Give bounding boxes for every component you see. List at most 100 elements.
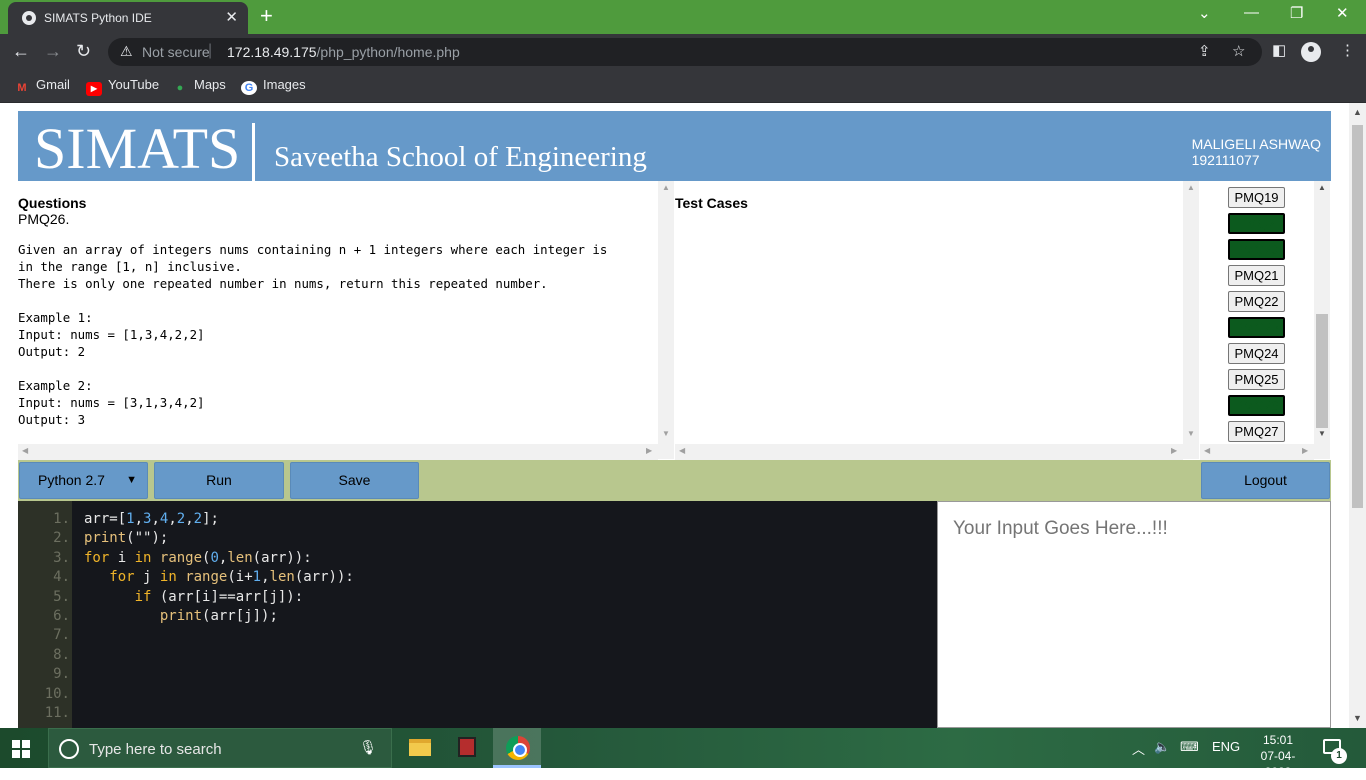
question-button-pmq26[interactable]: PMQ26 <box>1228 395 1285 416</box>
tray-chevron-up-icon[interactable]: ︿ <box>1132 739 1145 758</box>
bookmark-label: Maps <box>194 77 226 92</box>
run-button[interactable]: Run <box>154 462 284 499</box>
code-line[interactable]: print(arr[j]); <box>84 607 278 626</box>
test-cases-horizontal-scrollbar[interactable]: ◀ ▶ <box>675 444 1183 460</box>
taskbar-chrome[interactable] <box>493 728 541 768</box>
question-button-pmq19[interactable]: PMQ19 <box>1228 187 1285 208</box>
bookmark-star-icon[interactable]: ☆ <box>1232 42 1245 60</box>
scroll-left-icon[interactable]: ◀ <box>22 446 28 455</box>
code-editor[interactable]: 1. 2. 3. 4. 5. 6. 7. 8. 9. 10. 11. arr=[1,3,4,2,2]… <box>18 501 937 728</box>
scrollbar-thumb[interactable] <box>1316 314 1328 428</box>
clock-date: 07-04-2023 <box>1260 749 1296 779</box>
question-button-pmq27[interactable]: PMQ27 <box>1228 421 1285 442</box>
browser-tab[interactable]: SIMATS Python IDE ✕ <box>8 2 248 34</box>
test-cases-heading: Test Cases <box>675 195 748 211</box>
code-line[interactable]: arr=[1,3,4,2,2]; <box>84 510 219 529</box>
restore-icon[interactable]: ❐ <box>1290 4 1303 22</box>
minimize-icon[interactable]: — <box>1244 4 1259 21</box>
taskbar-clock[interactable]: 15:01 07-04-2023 <box>1248 732 1308 780</box>
volume-muted-icon[interactable]: 🔈 <box>1154 739 1170 755</box>
questions-heading: Questions <box>18 195 87 211</box>
scroll-down-icon[interactable]: ▼ <box>662 429 670 438</box>
simats-logo: SIMATS <box>34 116 241 181</box>
language-select[interactable]: Python 2.7 ▼ <box>19 462 148 499</box>
code-line[interactable]: for j in range(i+1,len(arr)): <box>84 568 354 587</box>
tab-search-chevron-icon[interactable]: ⌄ <box>1198 4 1211 22</box>
scroll-up-icon[interactable]: ▲ <box>662 183 670 192</box>
scroll-left-icon[interactable]: ◀ <box>1204 446 1210 455</box>
folder-icon <box>409 739 431 756</box>
question-button-pmq22[interactable]: PMQ22 <box>1228 291 1285 312</box>
not-secure-warning-icon[interactable]: ⚠ <box>120 43 133 60</box>
question-button-pmq24[interactable]: PMQ24 <box>1228 343 1285 364</box>
test-cases-vertical-scrollbar[interactable]: ▲ ▼ <box>1183 181 1199 459</box>
media-app-icon <box>458 737 476 757</box>
page-scrollbar-thumb[interactable] <box>1352 125 1363 508</box>
code-line[interactable]: if (arr[i]==arr[j]): <box>84 588 304 607</box>
input-language[interactable]: ENG <box>1212 739 1240 754</box>
address-separator: | <box>208 42 213 59</box>
user-id: 192111077 <box>1191 152 1260 168</box>
question-button-pmq21[interactable]: PMQ21 <box>1228 265 1285 286</box>
language-select-value: Python 2.7 <box>38 472 105 488</box>
reload-icon[interactable]: ↻ <box>76 40 91 62</box>
taskbar-media-app[interactable] <box>443 728 491 768</box>
line-number: 5. <box>53 588 70 605</box>
back-icon[interactable]: ← <box>12 40 30 62</box>
scroll-right-icon[interactable]: ▶ <box>1302 446 1308 455</box>
windows-start-icon[interactable] <box>12 740 30 758</box>
scroll-right-icon[interactable]: ▶ <box>646 446 652 455</box>
keyboard-icon[interactable]: ⌨ <box>1180 739 1199 755</box>
close-tab-icon[interactable]: ✕ <box>225 8 238 26</box>
bookmark-images[interactable]: G Images <box>241 77 306 95</box>
scroll-up-icon[interactable]: ▲ <box>1318 183 1326 192</box>
question-list-horizontal-scrollbar[interactable]: ◀ ▶ <box>1200 444 1314 460</box>
security-label[interactable]: Not secure <box>142 44 210 60</box>
browser-menu-icon[interactable]: ⋮ <box>1340 41 1355 59</box>
scroll-right-icon[interactable]: ▶ <box>1171 446 1177 455</box>
question-button-pmq25[interactable]: PMQ25 <box>1228 369 1285 390</box>
question-button-pmq20[interactable]: PMQ20 <box>1228 239 1285 260</box>
code-line[interactable]: print(""); <box>84 529 168 548</box>
close-window-icon[interactable]: ✕ <box>1336 4 1349 22</box>
chrome-icon <box>506 736 530 760</box>
line-number: 7. <box>53 627 70 644</box>
questions-horizontal-scrollbar[interactable]: ◀ ▶ <box>18 444 658 460</box>
questions-panel[interactable]: Questions PMQ26. Given an array of integ… <box>18 181 658 459</box>
questions-vertical-scrollbar[interactable]: ▲ ▼ <box>658 181 674 459</box>
question-button-pmq2[interactable]: PMQ2 <box>1228 213 1285 234</box>
scroll-up-icon[interactable]: ▲ <box>1353 107 1362 117</box>
profile-avatar-icon[interactable] <box>1301 42 1321 62</box>
google-icon: G <box>241 81 257 95</box>
scroll-down-icon[interactable]: ▼ <box>1353 713 1362 723</box>
new-tab-button[interactable]: + <box>260 4 273 28</box>
search-placeholder: Type here to search <box>89 741 222 758</box>
scroll-down-icon[interactable]: ▼ <box>1187 429 1195 438</box>
save-button[interactable]: Save <box>290 462 419 499</box>
code-line[interactable]: for i in range(0,len(arr)): <box>84 549 312 568</box>
taskbar-search-box[interactable]: Type here to search 🎙 <box>48 728 392 768</box>
share-icon[interactable]: ⇪ <box>1198 42 1211 60</box>
program-input-textarea[interactable]: Your Input Goes Here...!!! <box>937 501 1331 728</box>
url-text[interactable]: 172.18.49.175/php_python/home.php <box>227 44 460 60</box>
scroll-left-icon[interactable]: ◀ <box>679 446 685 455</box>
scroll-up-icon[interactable]: ▲ <box>1187 183 1195 192</box>
question-button-pmq23[interactable]: PMQ23 <box>1228 317 1285 338</box>
user-info: MALIGELI ASHWAQ 192111077 <box>1192 136 1321 168</box>
page-scrollbar[interactable]: ▲ ▼ <box>1349 103 1366 728</box>
test-cases-panel[interactable]: Test Cases <box>675 181 1183 459</box>
logout-button[interactable]: Logout <box>1201 462 1330 499</box>
microphone-icon[interactable]: 🎙 <box>359 739 377 756</box>
url-path: /php_python/home.php <box>316 44 460 60</box>
address-bar[interactable]: ⚠ Not secure | 172.18.49.175/php_python/… <box>108 38 1262 66</box>
side-panel-icon[interactable]: ◧ <box>1272 41 1286 59</box>
bookmark-maps[interactable]: ● Maps <box>172 77 226 95</box>
question-list-scrollbar[interactable]: ▲ ▼ <box>1314 181 1330 459</box>
question-text: Given an array of integers nums containi… <box>18 242 608 427</box>
scroll-down-icon[interactable]: ▼ <box>1318 429 1326 438</box>
bookmark-youtube[interactable]: ▶ YouTube <box>86 77 159 96</box>
taskbar-file-explorer[interactable] <box>395 728 443 768</box>
bookmark-label: Images <box>263 77 306 92</box>
bookmark-gmail[interactable]: M Gmail <box>14 77 70 95</box>
forward-icon[interactable]: → <box>44 40 62 62</box>
